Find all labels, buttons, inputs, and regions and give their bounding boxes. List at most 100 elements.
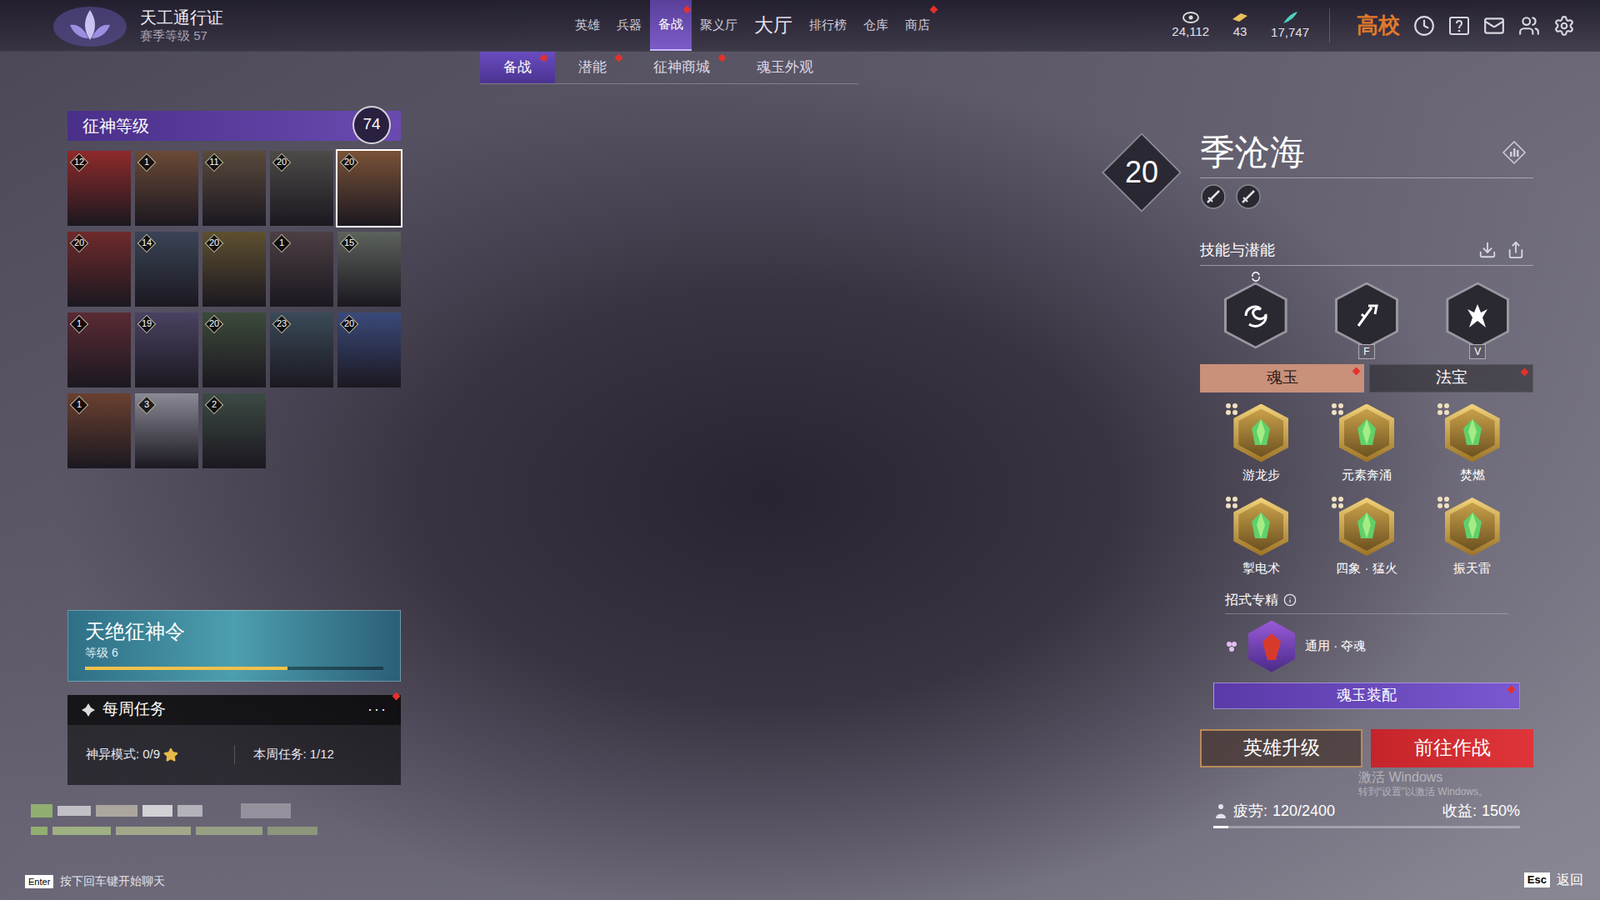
hero-portrait[interactable]: 20 [202, 312, 266, 388]
mastery-icon[interactable] [1248, 620, 1295, 673]
battle-pass-card[interactable]: 天绝征神令等级 6 [67, 610, 401, 682]
weekly-panel: 每周任务···神异模式:0/9本周任务:1/12 [67, 695, 401, 785]
jade-icon[interactable] [1339, 497, 1395, 556]
hero-portrait[interactable]: 20 [202, 231, 266, 307]
nav-tab[interactable]: 排行榜 [800, 0, 855, 51]
hero-portrait[interactable]: 20 [270, 150, 334, 226]
jade-slot[interactable]: 掣电术 [1208, 497, 1315, 579]
friends-icon[interactable] [1518, 15, 1540, 37]
more-button[interactable]: ··· [367, 698, 388, 721]
hero-portrait[interactable]: 1 [135, 150, 199, 226]
jade-slot[interactable]: 游龙步 [1208, 404, 1315, 485]
hero-portrait[interactable]: 20 [67, 231, 131, 307]
hero-portrait[interactable]: 1 [270, 231, 334, 307]
hero-portrait[interactable]: 12 [67, 150, 131, 226]
skills-header: 技能与潜能 [1200, 239, 1534, 266]
hero-portrait[interactable]: 14 [135, 231, 199, 307]
jade-slot[interactable]: 焚燃 [1419, 404, 1525, 485]
back-hint[interactable]: Esc返回 [1524, 870, 1584, 890]
hero-portrait[interactable]: 1 [67, 393, 131, 469]
start-battle-button[interactable]: 前往作战 [1370, 729, 1534, 768]
sub-tab[interactable]: 魂玉外观 [733, 51, 837, 84]
swap-icon[interactable] [1250, 270, 1262, 283]
skills-row: FV [1200, 270, 1534, 358]
jade-icon[interactable] [1339, 404, 1395, 463]
currency-bar: 24,1124317,747 [1171, 8, 1330, 43]
weekly-item: 神异模式:0/9 [67, 745, 235, 765]
jade-set-icon [1225, 402, 1239, 416]
enter-key: Enter [25, 875, 54, 889]
esc-key: Esc [1524, 872, 1550, 888]
hero-portrait[interactable]: 19 [135, 312, 199, 388]
sub-tab[interactable]: 备战 [480, 51, 555, 84]
hero-name: 季沧海 [1200, 130, 1305, 175]
jade-slot[interactable]: 四象 · 猛火 [1314, 497, 1420, 579]
battle-pass-progress [85, 666, 384, 670]
mastery-set-icon [1225, 640, 1239, 654]
hero-portrait[interactable]: 11 [202, 150, 266, 226]
skill-icon[interactable] [1335, 282, 1399, 350]
sub-tab[interactable]: 征神商城 [630, 51, 734, 84]
level-badge: 14 [136, 233, 157, 254]
level-badge: 20 [204, 233, 225, 254]
notification-dot [1507, 685, 1516, 694]
sub-tabs: 备战潜能征神商城魂玉外观 [480, 51, 859, 85]
hero-portrait[interactable]: 23 [270, 312, 334, 388]
mail-icon[interactable] [1483, 15, 1505, 37]
weapon-icon [1200, 183, 1227, 210]
level-badge: 20 [271, 152, 292, 173]
jade-slot[interactable]: 元素奔涌 [1314, 404, 1420, 485]
skill-icon[interactable] [1445, 282, 1510, 350]
jade-icon[interactable] [1233, 404, 1289, 463]
loadout-tab[interactable]: 魂玉 [1200, 364, 1365, 393]
stats-icon[interactable] [1501, 140, 1527, 165]
level-badge: 1 [136, 152, 157, 173]
pass-season: 赛季等级 57 [140, 28, 224, 45]
action-buttons: 英雄升级前往作战 [1200, 729, 1534, 768]
season-pass[interactable]: 天工通行证赛季等级 57 [0, 0, 567, 51]
equip-button[interactable]: 魂玉装配 [1213, 682, 1520, 710]
jade-icon[interactable] [1445, 497, 1500, 556]
loadout-tab[interactable]: 法宝 [1369, 364, 1534, 393]
nav-tab[interactable]: 聚义厅 [691, 0, 746, 51]
feather-icon [1280, 10, 1300, 25]
coin-icon [1181, 10, 1200, 25]
sub-tab[interactable]: 潜能 [555, 51, 630, 84]
conquest-header: 征神等级74 [67, 110, 401, 141]
hero-portrait[interactable]: 20 [337, 312, 401, 388]
loadout-tabs: 魂玉法宝 [1200, 364, 1534, 393]
jade-set-icon [1225, 495, 1239, 510]
help-icon[interactable] [1448, 15, 1470, 37]
level-badge: 1 [271, 233, 292, 254]
skill-icon[interactable] [1224, 282, 1288, 350]
hero-portrait[interactable]: 1 [67, 312, 131, 388]
hero-grid: 121112020201420115119202320132 [67, 150, 401, 469]
notification-dot [718, 54, 727, 63]
hero-portrait[interactable]: 3 [135, 393, 199, 469]
settings-icon[interactable] [1553, 15, 1575, 37]
hero-portrait[interactable]: 2 [202, 393, 266, 469]
hero-portrait[interactable]: 15 [337, 231, 401, 307]
download-icon[interactable] [1478, 240, 1497, 260]
jade-slot[interactable]: 振天雷 [1419, 497, 1525, 579]
nav-tab[interactable]: 商店 [896, 0, 939, 51]
level-badge: 20 [339, 314, 360, 335]
level-badge: 20 [339, 152, 360, 173]
nav-tab[interactable]: 英雄 [566, 0, 609, 51]
nav-tab[interactable]: 大厅 [745, 0, 801, 51]
level-badge: 11 [204, 152, 225, 173]
level-badge: 20 [204, 314, 225, 335]
hero-portrait[interactable]: 20 [337, 150, 401, 226]
main-nav: 英雄兵器备战聚义厅大厅排行榜仓库商店 [566, 0, 939, 51]
info-icon[interactable] [1283, 593, 1297, 607]
jade-icon[interactable] [1445, 404, 1500, 463]
hero-upgrade-button[interactable]: 英雄升级 [1200, 729, 1363, 768]
level-badge: 3 [136, 395, 157, 415]
nav-tab[interactable]: 仓库 [855, 0, 897, 51]
jade-icon[interactable] [1233, 497, 1289, 556]
nav-tab[interactable]: 备战 [650, 0, 692, 51]
nav-tab[interactable]: 兵器 [608, 0, 650, 51]
level-badge: 12 [69, 152, 90, 173]
clock-icon[interactable] [1413, 15, 1435, 37]
share-icon[interactable] [1506, 240, 1525, 260]
